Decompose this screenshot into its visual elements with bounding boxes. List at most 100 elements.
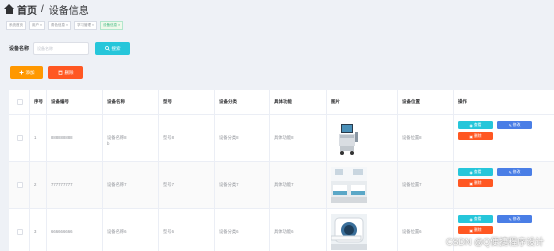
search-label: 设备名称: [9, 46, 30, 52]
tag-study[interactable]: 学习管理 ×: [74, 20, 98, 30]
device-code: 777777777: [51, 182, 73, 187]
device-name: 设备名称8: [107, 135, 127, 140]
column-divider: [29, 90, 30, 251]
home-link[interactable]: 首页: [17, 2, 37, 17]
column-header: 序号: [34, 99, 43, 104]
column-divider: [397, 90, 398, 251]
tag-home[interactable]: 系统首页: [6, 20, 26, 30]
column-header: 设备位置: [402, 99, 420, 104]
search-button-label: 搜索: [111, 45, 121, 51]
device-location: 设备位置6: [402, 229, 422, 234]
tag-roles[interactable]: 角色信息 ×: [48, 20, 72, 30]
trash-icon: [58, 70, 62, 75]
view-button[interactable]: ◉ 查看: [458, 168, 493, 176]
page-title: 设备信息: [48, 5, 89, 17]
device-function: 具体功能8: [274, 135, 294, 140]
delete-button-label: 删除: [474, 180, 482, 185]
column-header: 设备分类: [219, 99, 237, 104]
table-row: 2 777777777 设备名称7 型号7 设备分类7 具体功能7 设备位置7 …: [9, 162, 554, 209]
column-divider: [214, 90, 215, 251]
view-button[interactable]: ◉ 查看: [458, 215, 493, 223]
search-icon: [104, 46, 110, 51]
edit-button[interactable]: ✎ 修改: [497, 215, 532, 223]
tag-users[interactable]: 用户 ×: [29, 20, 46, 30]
column-divider: [158, 90, 159, 251]
device-code: 888888888: [51, 135, 73, 140]
device-model: 型号6: [163, 229, 174, 234]
edit-button-label: 修改: [512, 169, 521, 174]
select-all-checkbox[interactable]: [17, 99, 23, 105]
column-header: 型号: [163, 99, 172, 104]
add-button-label: 添加: [25, 69, 35, 75]
delete-button-label: 删除: [474, 227, 482, 232]
view-button-label: 查看: [473, 122, 482, 127]
trash-icon: ▣: [469, 228, 473, 233]
column-divider: [453, 90, 454, 251]
column-header: 操作: [458, 99, 467, 104]
column-divider: [269, 90, 270, 251]
view-button-label: 查看: [473, 216, 482, 221]
delete-button[interactable]: ▣ 删除: [458, 226, 493, 234]
device-location: 设备位置8: [402, 135, 422, 140]
column-header: 设备名称: [107, 99, 125, 104]
device-name: 设备名称6: [107, 229, 127, 234]
batch-delete-button[interactable]: 删除: [48, 66, 83, 79]
table-row: 1 888888888 设备名称8 b 型号8 设备分类8 具体功能8 设备位置…: [9, 115, 554, 162]
row-checkbox[interactable]: [17, 182, 23, 188]
search-input[interactable]: 设备名称: [33, 42, 89, 55]
delete-button[interactable]: ▣ 删除: [458, 179, 493, 187]
tag-device-info[interactable]: 设备信息 ×: [100, 20, 124, 30]
device-location: 设备位置7: [402, 182, 422, 187]
watermark: CSDN @Q便捷程序设计: [446, 237, 545, 247]
edit-button[interactable]: ✎ 修改: [497, 168, 532, 176]
row-checkbox[interactable]: [17, 229, 23, 235]
eye-icon: ◉: [469, 217, 473, 222]
device-name-extra: b: [107, 141, 110, 146]
device-code: 666666666: [51, 229, 73, 234]
edit-button-label: 修改: [512, 216, 521, 221]
view-button-label: 查看: [473, 169, 482, 174]
top-header: 首页 / 设备信息: [0, 0, 554, 18]
add-button[interactable]: 添加: [10, 66, 43, 79]
row-index: 2: [34, 182, 37, 187]
medical-cart-image: [331, 120, 367, 156]
device-name: 设备名称7: [107, 182, 127, 187]
plus-icon: [19, 70, 23, 75]
breadcrumb-separator: /: [41, 3, 44, 15]
view-button[interactable]: ◉ 查看: [458, 121, 493, 129]
edit-button[interactable]: ✎ 修改: [497, 121, 532, 129]
trash-icon: ▣: [469, 134, 473, 139]
column-header: 具体功能: [274, 99, 292, 104]
row-checkbox[interactable]: [17, 135, 23, 141]
row-index: 3: [34, 229, 37, 234]
edit-button-label: 修改: [512, 122, 521, 127]
device-category: 设备分类8: [219, 135, 239, 140]
table-header: 序号 设备编号 设备名称 型号 设备分类 具体功能 图片 设备位置 操作: [9, 90, 554, 115]
device-function: 具体功能7: [274, 182, 294, 187]
home-icon[interactable]: [4, 3, 15, 15]
eye-icon: ◉: [469, 123, 473, 128]
device-category: 设备分类6: [219, 229, 239, 234]
column-header: 设备编号: [51, 99, 69, 104]
edit-icon: ✎: [508, 123, 512, 128]
device-model: 型号8: [163, 135, 174, 140]
mri-scanner-image: [331, 214, 367, 250]
search-button[interactable]: 搜索: [95, 42, 130, 55]
device-category: 设备分类7: [219, 182, 239, 187]
device-model: 型号7: [163, 182, 174, 187]
column-divider: [102, 90, 103, 251]
device-table: 序号 设备编号 设备名称 型号 设备分类 具体功能 图片 设备位置 操作 1 8…: [9, 90, 554, 251]
column-divider: [46, 90, 47, 251]
eye-icon: ◉: [469, 170, 473, 175]
edit-icon: ✎: [508, 170, 512, 175]
batch-delete-label: 删除: [64, 69, 74, 75]
ward-room-image: [331, 167, 367, 203]
row-index: 1: [34, 135, 37, 140]
trash-icon: ▣: [469, 181, 473, 186]
delete-button[interactable]: ▣ 删除: [458, 132, 493, 140]
column-divider: [326, 90, 327, 251]
edit-icon: ✎: [508, 217, 512, 222]
tags-bar: 系统首页 用户 × 角色信息 × 学习管理 × 设备信息 ×: [0, 19, 554, 31]
delete-button-label: 删除: [474, 133, 482, 138]
column-header: 图片: [331, 99, 340, 104]
